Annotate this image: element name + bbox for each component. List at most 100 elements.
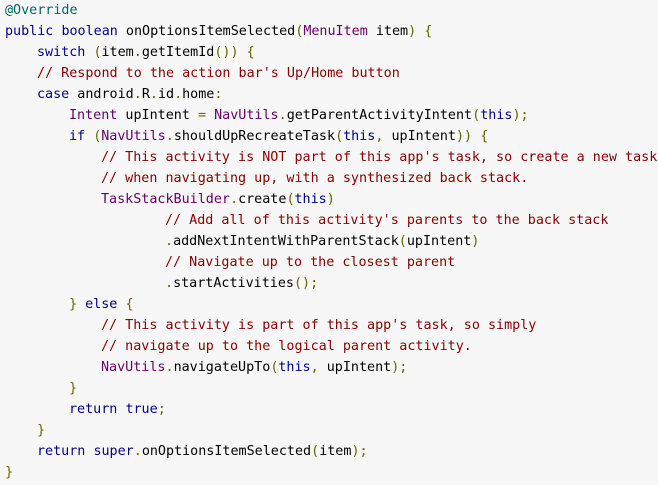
code-token-punct: (	[335, 129, 344, 144]
code-token-punct: .	[174, 87, 183, 102]
code-line: // Respond to the action bar's Up/Home b…	[0, 63, 658, 84]
code-token-plain: R	[141, 87, 150, 102]
code-line: public boolean onOptionsItemSelected(Men…	[0, 21, 658, 42]
code-line: NavUtils.navigateUpTo(this, upIntent);	[0, 357, 658, 378]
code-token-type: NavUtils	[101, 129, 166, 144]
code-token-punct: .	[230, 192, 239, 207]
code-token-comment: // Navigate up to the closest parent	[165, 255, 456, 270]
code-token-punct: .	[165, 360, 174, 375]
code-token-punct: :	[214, 87, 223, 102]
code-line: if (NavUtils.shouldUpRecreateTask(this, …	[0, 126, 658, 147]
code-token-punct: (	[472, 108, 481, 123]
code-token-punct: )	[326, 192, 335, 207]
code-token-punct: {	[424, 24, 433, 39]
code-token-punct: }	[5, 465, 14, 480]
code-token-plain: item	[101, 45, 134, 60]
code-token-punct: ,	[310, 360, 319, 375]
code-token-punct: {	[246, 45, 255, 60]
code-token-plain: upIntent	[318, 360, 392, 375]
code-token-type: MenuItem	[303, 24, 368, 39]
code-token-keyword: switch	[37, 45, 86, 60]
code-token-comment: // Respond to the action bar's Up/Home b…	[37, 66, 400, 81]
code-line: return true;	[0, 399, 658, 420]
code-line: return super.onOptionsItemSelected(item)…	[0, 441, 658, 462]
code-token-type: TaskStackBuilder	[101, 192, 230, 207]
code-token-keyword: super	[93, 444, 134, 459]
code-token-plain: item	[319, 444, 352, 459]
code-token-plain: onOptionsItemSelected	[117, 24, 296, 39]
code-line: // This activity is NOT part of this app…	[0, 147, 658, 168]
code-token-comment: // This activity is part of this app's t…	[101, 318, 537, 333]
code-token-punct: (	[398, 234, 407, 249]
code-line: case android.R.id.home:	[0, 84, 658, 105]
code-token-punct: .	[165, 129, 174, 144]
code-token-punct: .	[133, 444, 142, 459]
code-token-plain: create	[238, 192, 287, 207]
code-token-punct: .	[133, 87, 142, 102]
code-line: }	[0, 462, 658, 483]
code-token-plain: addNextIntentWithParentStack	[173, 234, 399, 249]
code-token-plain: id	[157, 87, 175, 102]
code-line: // This activity is part of this app's t…	[0, 315, 658, 336]
code-token-keyword: public	[5, 24, 54, 39]
code-token-comment: // Add all of this activity's parents to…	[165, 213, 609, 228]
code-token-plain: shouldUpRecreateTask	[173, 129, 336, 144]
code-token-keyword: this	[278, 360, 311, 375]
code-line: }	[0, 420, 658, 441]
code-token-type: Intent	[69, 108, 118, 123]
code-token-type: NavUtils	[101, 360, 166, 375]
code-token-keyword: case	[37, 87, 70, 102]
code-line: // when navigating up, with a synthesize…	[0, 168, 658, 189]
code-token-keyword: boolean	[61, 24, 118, 39]
code-token-keyword: if	[69, 129, 86, 144]
code-token-punct: );	[512, 108, 529, 123]
code-token-punct: )	[471, 234, 480, 249]
code-token-punct: .	[149, 87, 158, 102]
code-token-plain: upIntent	[383, 129, 456, 144]
code-token-punct: .	[278, 108, 287, 123]
code-token-punct: .	[165, 276, 174, 291]
code-token-punct: }	[69, 297, 78, 312]
code-token-keyword: return	[37, 444, 86, 459]
code-block: @Override public boolean onOptionsItemSel…	[0, 0, 658, 485]
code-token-punct: );	[351, 444, 368, 459]
code-line: @Override	[0, 0, 658, 21]
code-token-plain: startActivities	[173, 276, 294, 291]
code-token-punct: .	[165, 234, 174, 249]
code-token-plain: getParentActivityIntent	[286, 108, 473, 123]
code-line: }	[0, 378, 658, 399]
code-token-punct: ())	[214, 45, 239, 60]
code-token-plain: onOptionsItemSelected	[141, 444, 312, 459]
code-line: // Navigate up to the closest parent	[0, 252, 658, 273]
code-line: Intent upIntent = NavUtils.getParentActi…	[0, 105, 658, 126]
code-token-plain: item	[367, 24, 409, 39]
code-token-plain: upIntent	[406, 234, 472, 249]
code-token-keyword: this	[294, 192, 327, 207]
code-token-punct: }	[37, 423, 46, 438]
code-token-punct: ;	[157, 402, 166, 417]
code-token-punct: (	[93, 45, 102, 60]
code-token-punct: (	[286, 192, 295, 207]
code-token-punct: );	[391, 360, 408, 375]
code-line: .addNextIntentWithParentStack(upIntent)	[0, 231, 658, 252]
code-token-plain: navigateUpTo	[173, 360, 271, 375]
code-token-comment: // when navigating up, with a synthesize…	[101, 171, 529, 186]
code-token-punct: )	[408, 24, 417, 39]
code-token-punct: {	[480, 129, 489, 144]
code-token-plain: android	[69, 87, 134, 102]
code-token-plain: upIntent	[117, 108, 198, 123]
code-token-punct: (	[311, 444, 320, 459]
code-line: // navigate up to the logical parent act…	[0, 336, 658, 357]
code-token-keyword: true	[125, 402, 158, 417]
code-token-punct: =	[198, 108, 207, 123]
code-token-punct: ();	[294, 276, 319, 291]
code-token-comment: // This activity is NOT part of this app…	[101, 150, 658, 165]
code-token-punct: }	[69, 381, 78, 396]
code-token-punct: {	[125, 297, 134, 312]
code-token-comment: // navigate up to the logical parent act…	[101, 339, 472, 354]
code-token-annotation: @Override	[5, 3, 78, 18]
